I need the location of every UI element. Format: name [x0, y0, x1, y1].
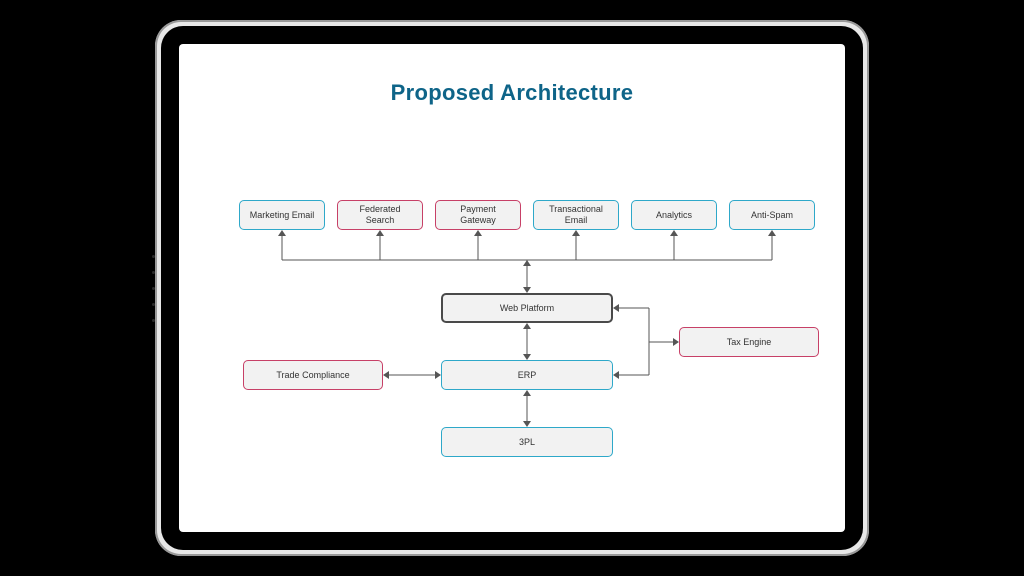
tablet-screen: Proposed Architecture Marketing Email Fe…: [179, 44, 845, 532]
tablet-camera-dots: [152, 248, 155, 328]
architecture-diagram: Marketing Email Federated Search Payment…: [179, 44, 845, 532]
tablet-frame: Proposed Architecture Marketing Email Fe…: [155, 20, 869, 556]
tablet-bezel: Proposed Architecture Marketing Email Fe…: [161, 26, 863, 550]
diagram-connectors: [179, 44, 845, 532]
